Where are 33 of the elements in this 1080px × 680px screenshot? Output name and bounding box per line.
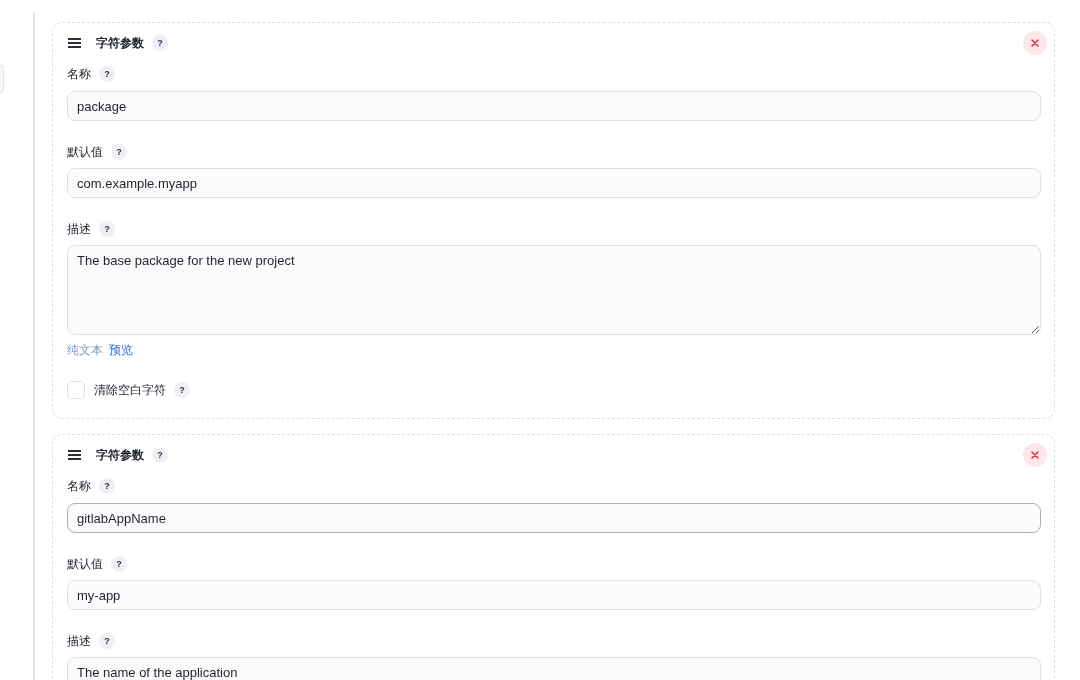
help-button[interactable]: ? xyxy=(99,478,115,494)
name-input[interactable]: gitlabAppName xyxy=(67,503,1041,533)
drag-handle-icon[interactable] xyxy=(68,38,81,48)
help-button[interactable]: ? xyxy=(152,35,168,51)
remove-button[interactable] xyxy=(1023,31,1047,55)
field-label: 名称 xyxy=(67,478,91,495)
field-label: 默认值 xyxy=(67,556,103,573)
format-mode-label: 纯文本 xyxy=(67,342,103,359)
description-textarea[interactable]: The name of the application xyxy=(67,657,1041,680)
field-label: 默认值 xyxy=(67,144,103,161)
help-button[interactable]: ? xyxy=(111,556,127,572)
help-button[interactable]: ? xyxy=(99,633,115,649)
field-label: 描述 xyxy=(67,221,91,238)
default-value-input[interactable]: com.example.myapp xyxy=(67,168,1041,198)
field-label: 名称 xyxy=(67,66,91,83)
help-button[interactable]: ? xyxy=(99,221,115,237)
description-textarea[interactable]: The base package for the new project xyxy=(67,245,1041,335)
drag-handle-icon[interactable] xyxy=(68,450,81,460)
remove-button[interactable] xyxy=(1023,443,1047,467)
trim-label: 清除空白字符 xyxy=(94,382,166,399)
help-button[interactable]: ? xyxy=(152,447,168,463)
field-label: 描述 xyxy=(67,633,91,650)
help-button[interactable]: ? xyxy=(99,66,115,82)
trim-checkbox[interactable] xyxy=(67,381,85,399)
parameter-title: 字符参数 xyxy=(96,35,144,52)
close-icon xyxy=(1031,39,1039,47)
help-button[interactable]: ? xyxy=(111,144,127,160)
default-value-input[interactable]: my-app xyxy=(67,580,1041,610)
name-input[interactable]: package xyxy=(67,91,1041,121)
parameter-title: 字符参数 xyxy=(96,447,144,464)
close-icon xyxy=(1031,451,1039,459)
help-button[interactable]: ? xyxy=(174,382,190,398)
preview-link[interactable]: 预览 xyxy=(109,341,133,359)
